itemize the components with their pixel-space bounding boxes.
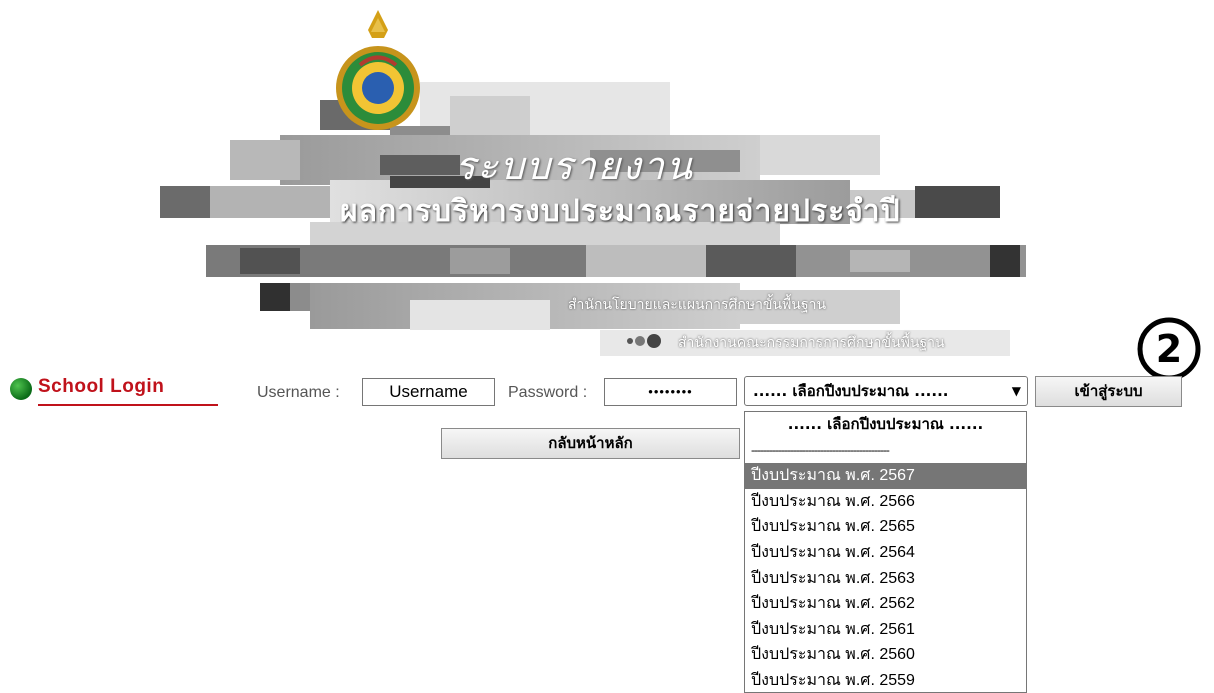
- login-submit-button[interactable]: เข้าสู่ระบบ: [1035, 376, 1182, 407]
- obec-emblem-icon: [336, 10, 420, 130]
- dropdown-option-2561[interactable]: ปีงบประมาณ พ.ศ. 2561: [745, 617, 1026, 643]
- dropdown-option-2564[interactable]: ปีงบประมาณ พ.ศ. 2564: [745, 540, 1026, 566]
- school-login-underline: [38, 404, 218, 406]
- budget-year-select[interactable]: ...... เลือกปีงบประมาณ ...... ▼: [744, 376, 1028, 406]
- chevron-down-icon: ▼: [1011, 384, 1021, 398]
- header-banner: ระบบรายงาน ผลการบริหารงบประมาณรายจ่ายประ…: [150, 0, 1030, 360]
- banner-subtitle-2: สำนักงานคณะกรรมการการศึกษาขั้นพื้นฐาน: [678, 335, 945, 351]
- dropdown-option-2566[interactable]: ปีงบประมาณ พ.ศ. 2566: [745, 489, 1026, 515]
- budget-year-select-value: ...... เลือกปีงบประมาณ ......: [753, 382, 949, 400]
- back-home-button[interactable]: กลับหน้าหลัก: [441, 428, 740, 459]
- banner-subtitle-1: สำนักนโยบายและแผนการศึกษาขั้นพื้นฐาน: [568, 297, 827, 313]
- banner-title-line1: ระบบรายงาน: [455, 144, 694, 188]
- budget-year-dropdown-list[interactable]: ...... เลือกปีงบประมาณ ...... ----------…: [744, 411, 1027, 693]
- dropdown-option-placeholder[interactable]: ...... เลือกปีงบประมาณ ......: [745, 412, 1026, 438]
- dropdown-option-2563[interactable]: ปีงบประมาณ พ.ศ. 2563: [745, 566, 1026, 592]
- password-label: Password :: [508, 384, 588, 401]
- dropdown-option-2559[interactable]: ปีงบประมาณ พ.ศ. 2559: [745, 668, 1026, 692]
- obec-logo-dots-icon: [627, 334, 661, 348]
- password-input[interactable]: ••••••••: [604, 378, 737, 406]
- username-input[interactable]: Username: [362, 378, 495, 406]
- dropdown-option-separator[interactable]: ----------------------------------------…: [745, 438, 1026, 464]
- school-login-heading: School Login: [8, 374, 220, 408]
- green-dot-icon: [10, 378, 32, 400]
- school-login-label: School Login: [38, 376, 165, 397]
- banner-title-line2: ผลการบริหารงบประมาณรายจ่ายประจำปี: [340, 194, 901, 229]
- dropdown-option-2560[interactable]: ปีงบประมาณ พ.ศ. 2560: [745, 642, 1026, 668]
- dropdown-option-2567[interactable]: ปีงบประมาณ พ.ศ. 2567: [745, 463, 1026, 489]
- svg-text:2: 2: [1156, 327, 1182, 371]
- dropdown-option-2562[interactable]: ปีงบประมาณ พ.ศ. 2562: [745, 591, 1026, 617]
- step-2-badge-icon: 2: [1137, 317, 1201, 381]
- username-label: Username :: [257, 384, 340, 401]
- dropdown-option-2565[interactable]: ปีงบประมาณ พ.ศ. 2565: [745, 514, 1026, 540]
